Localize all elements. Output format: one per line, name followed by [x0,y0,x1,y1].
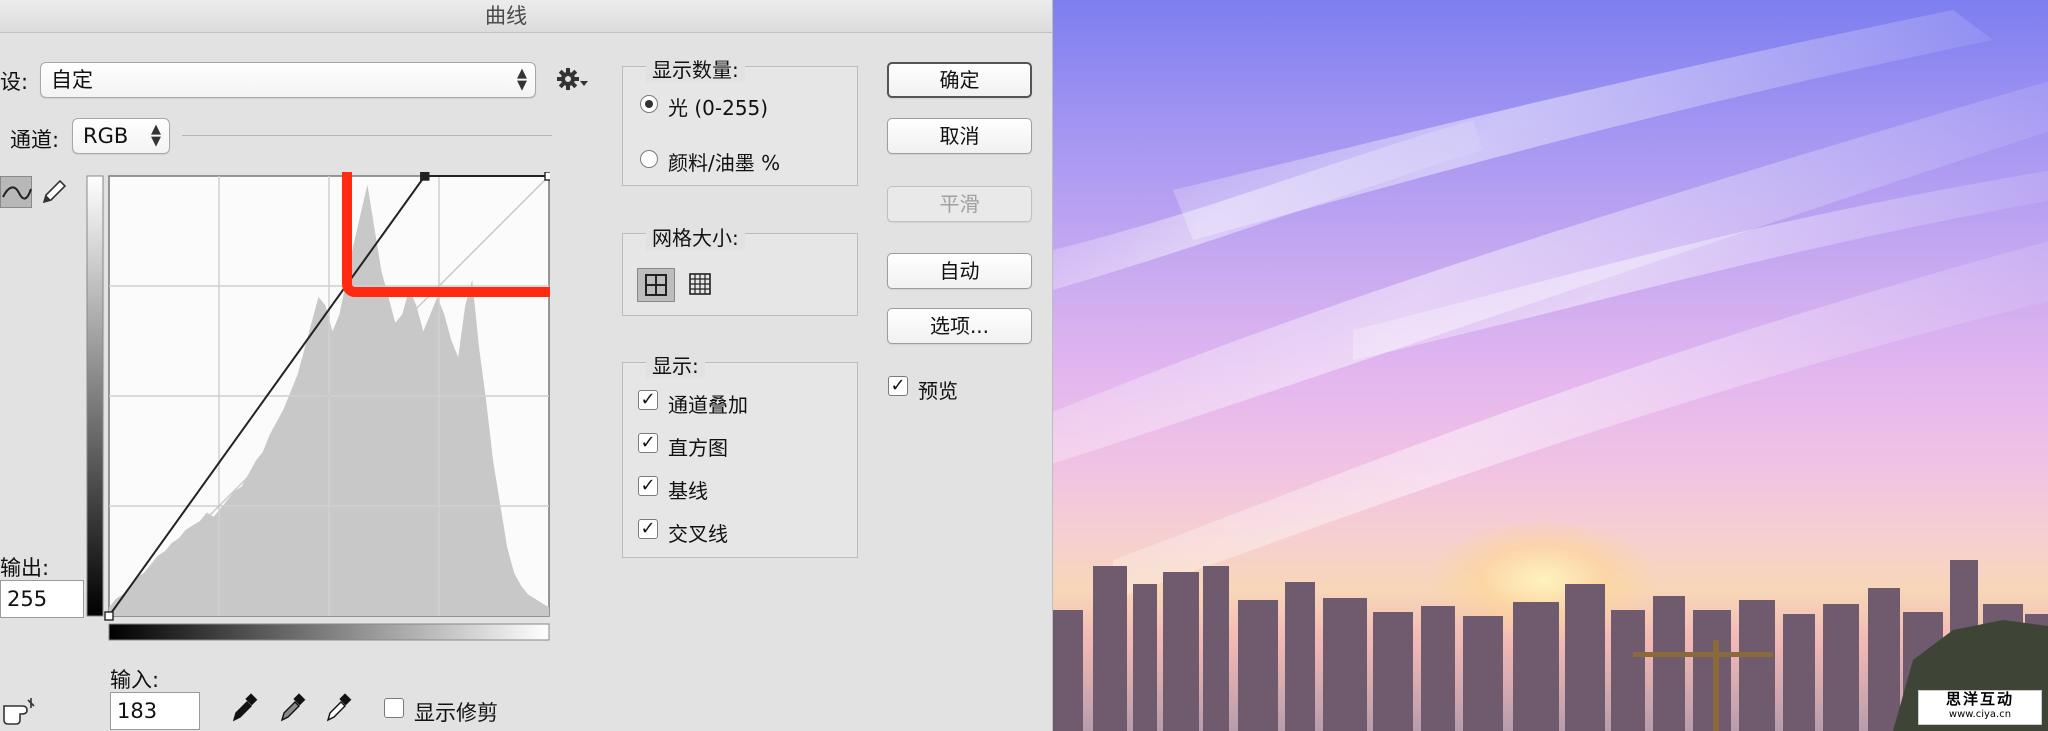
dialog-title: 曲线 [485,4,527,28]
display-amount-title: 显示数量: [646,54,745,83]
output-field[interactable]: 255 [0,580,84,618]
curve-point-tool-button[interactable] [0,176,32,208]
input-field[interactable]: 183 [110,692,200,730]
baseline-label: 基线 [668,479,708,503]
channel-label: 通道: [10,128,60,152]
preset-label: 设: [0,70,29,94]
show-title: 显示: [646,350,705,379]
light-radio[interactable] [640,95,658,113]
show-clipping-label: 显示修剪 [414,701,498,725]
light-radio-label: 光 (0-255) [668,96,769,120]
output-label: 输出: [0,556,50,580]
output-gradient-bar [86,175,104,617]
black-point-eyedropper-icon[interactable] [228,690,262,724]
curve-graph[interactable] [85,135,562,673]
select-arrows-icon: ▲ ▼ [517,66,527,93]
preview-label: 预览 [918,379,958,403]
curve-end-point[interactable] [544,171,554,181]
input-gradient-bar [108,623,550,641]
input-label: 输入: [110,668,160,692]
channel-overlays-label: 通道叠加 [668,393,748,417]
on-image-adjust-hand-icon[interactable] [0,692,36,728]
histogram-checkbox[interactable]: ✓ [638,433,658,453]
histogram-label: 直方图 [668,436,728,460]
grid-size-title: 网格大小: [646,222,745,251]
city-skyline [1053,560,2048,731]
show-clipping-checkbox[interactable] [384,698,404,718]
pencil-icon [42,179,67,204]
detailed-grid-button[interactable] [682,268,718,302]
channel-value: RGB [83,124,129,148]
intersection-line-checkbox[interactable]: ✓ [638,519,658,539]
cancel-button[interactable]: 取消 [887,118,1032,154]
gray-point-eyedropper-icon[interactable] [276,690,310,724]
curve-control-point[interactable] [104,611,114,621]
ok-button[interactable]: 确定 [887,62,1032,98]
pigment-radio-label: 颜料/油墨 % [668,151,781,175]
auto-button[interactable]: 自动 [887,253,1032,289]
curves-dialog: 曲线 设: 自定 ▲ ▼ 通道: RGB ▲ ▼ 输出: 255 输入: 183… [0,0,1053,731]
grid-4-icon [645,274,667,296]
channel-select[interactable]: RGB ▲ ▼ [72,118,170,154]
watermark-logo: 思洋互动 www.ciya.cn [1918,690,2042,725]
curve-control-point[interactable] [420,171,430,181]
preset-options-gear-icon[interactable] [556,64,590,94]
grid-10-icon [689,273,711,295]
select-arrows-icon: ▲ ▼ [151,122,161,149]
preview-checkbox[interactable]: ✓ [888,376,908,396]
pigment-radio[interactable] [640,150,658,168]
watermark-line2: www.ciya.cn [1948,709,2012,720]
preset-value: 自定 [51,68,93,92]
options-button[interactable]: 选项... [887,308,1032,344]
simple-grid-button[interactable] [637,268,675,302]
separator-line [182,135,552,136]
title-bar: 曲线 [0,0,1052,33]
white-point-eyedropper-icon[interactable] [322,690,356,724]
baseline-checkbox[interactable]: ✓ [638,476,658,496]
watermark-line1: 思洋互动 [1945,690,2014,708]
preset-select[interactable]: 自定 ▲ ▼ [40,62,536,98]
pencil-tool-button[interactable] [38,176,70,208]
smooth-button[interactable]: 平滑 [887,186,1032,222]
image-canvas[interactable] [1053,0,2048,731]
curve-icon [2,186,32,200]
channel-overlays-checkbox[interactable]: ✓ [638,390,658,410]
intersection-line-label: 交叉线 [668,522,728,546]
